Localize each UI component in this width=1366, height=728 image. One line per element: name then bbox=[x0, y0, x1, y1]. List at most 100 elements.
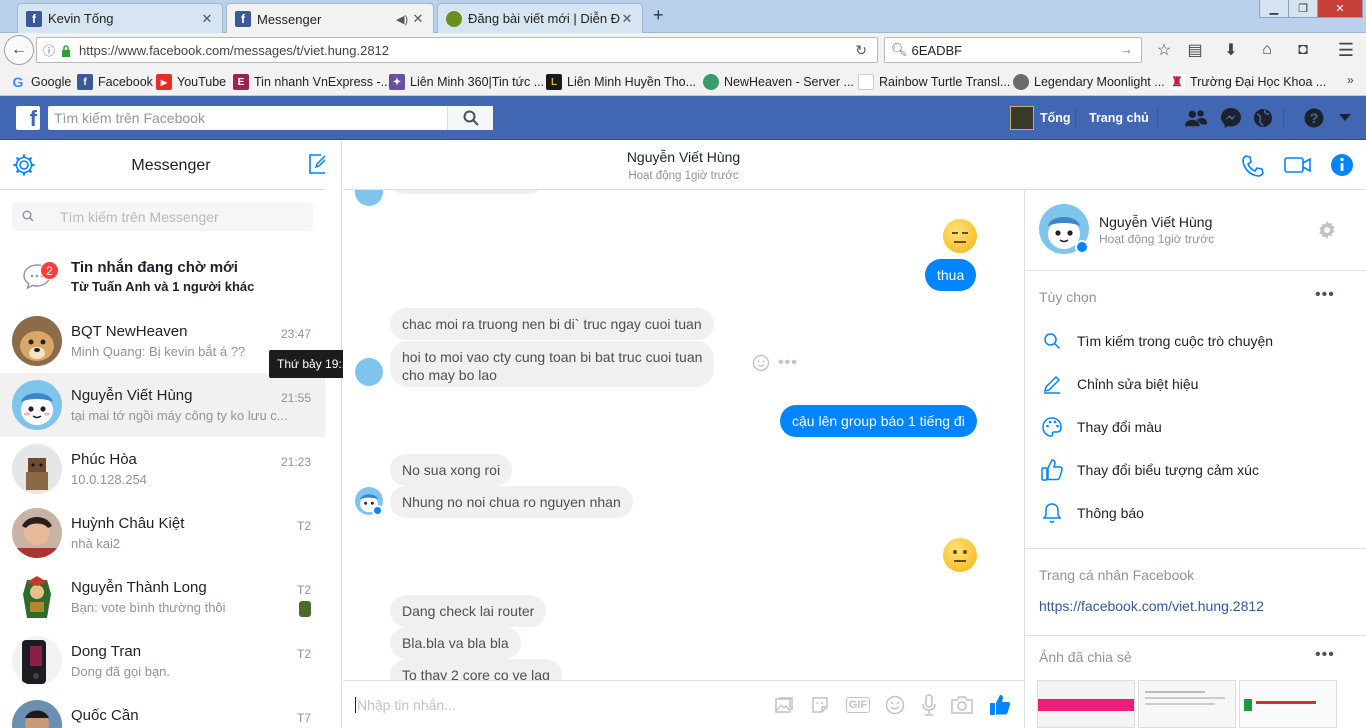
more-options-icon[interactable]: ••• bbox=[1315, 286, 1335, 304]
facebook-icon: f bbox=[235, 11, 251, 27]
bookmark-lmht[interactable]: L Liên Minh Huyền Tho... bbox=[546, 73, 696, 91]
help-icon[interactable]: ? bbox=[1303, 107, 1325, 129]
conversation-item-nguyen-thanh-long[interactable]: Nguyễn Thành Long Bạn: vote bình thường … bbox=[0, 565, 325, 629]
conversation-time: T2 bbox=[296, 583, 311, 597]
menu-icon[interactable]: ☰ bbox=[1335, 39, 1357, 61]
voice-call-icon[interactable] bbox=[1241, 154, 1265, 181]
option-edit-nickname[interactable]: Chỉnh sửa biệt hiệu bbox=[1039, 372, 1198, 396]
chat-partner-name[interactable]: Nguyễn Viết Hùng bbox=[343, 149, 1024, 165]
bookmark-rainbow-turtle[interactable]: Rainbow Turtle Transl... bbox=[858, 73, 1010, 91]
image-icon[interactable] bbox=[773, 694, 795, 716]
profile-link[interactable]: https://facebook.com/viet.hung.2812 bbox=[1039, 598, 1264, 614]
video-call-icon[interactable] bbox=[1284, 155, 1312, 178]
bookmark-facebook[interactable]: f Facebook bbox=[77, 73, 153, 91]
more-options-icon[interactable]: ••• bbox=[778, 354, 798, 372]
sidebar-scrollbar[interactable] bbox=[325, 140, 341, 728]
tab-dien-dan[interactable]: Đăng bài viết mới | Diễn Đàn ✕ bbox=[437, 3, 643, 33]
reload-icon[interactable]: ↻ bbox=[855, 42, 867, 59]
pocket-icon[interactable]: ◘ bbox=[1292, 39, 1314, 61]
gif-label: GIF bbox=[845, 697, 871, 713]
search-icon[interactable] bbox=[447, 106, 493, 130]
gear-icon[interactable] bbox=[1318, 221, 1336, 242]
message-bubble: No sua xong roi bbox=[390, 454, 513, 486]
speaker-icon[interactable]: ◀) bbox=[393, 13, 411, 26]
messenger-search-input[interactable]: Tìm kiếm trên Messenger bbox=[12, 202, 313, 231]
info-icon[interactable] bbox=[1330, 153, 1354, 180]
friend-requests-icon[interactable] bbox=[1185, 107, 1207, 129]
conversation-item-quoc-can[interactable]: Quốc Cần T7 bbox=[0, 693, 325, 728]
facebook-logo-icon[interactable]: f bbox=[16, 106, 40, 130]
home-link[interactable]: Trang chủ bbox=[1089, 111, 1149, 125]
option-notifications[interactable]: Thông báo bbox=[1039, 501, 1144, 525]
download-icon[interactable]: ⬇ bbox=[1220, 39, 1242, 61]
close-icon[interactable]: ✕ bbox=[200, 11, 214, 27]
lol-icon: L bbox=[546, 74, 562, 90]
conversation-item-nguyen-viet-hung[interactable]: Nguyễn Viết Hùng tại mai tớ ngồi máy côn… bbox=[0, 373, 325, 437]
facebook-search-input[interactable]: Tìm kiếm trên Facebook bbox=[48, 106, 493, 130]
facebook-icon: f bbox=[77, 74, 93, 90]
bookmarks-overflow-icon[interactable]: » bbox=[1347, 73, 1354, 87]
profile-avatar[interactable] bbox=[1010, 106, 1034, 130]
conversation-item-huynh-chau-kiet[interactable]: Huỳnh Châu Kiệt nhà kai2 T2 bbox=[0, 501, 325, 565]
thumbs-up-icon[interactable] bbox=[988, 694, 1012, 716]
caret-down-icon[interactable] bbox=[1334, 107, 1356, 129]
option-change-emoji[interactable]: Thay đổi biểu tượng cảm xúc bbox=[1039, 458, 1259, 482]
shared-photo[interactable] bbox=[1037, 680, 1135, 728]
bookmark-university[interactable]: ♜ Trường Đại Học Khoa ... bbox=[1169, 73, 1326, 91]
close-icon[interactable]: ✕ bbox=[620, 11, 634, 27]
conversation-time: T7 bbox=[296, 711, 311, 725]
option-search-in-conversation[interactable]: Tìm kiếm trong cuộc trò chuyện bbox=[1039, 329, 1273, 353]
divider bbox=[1157, 108, 1158, 128]
tab-messenger[interactable]: f Messenger ◀) ✕ bbox=[226, 3, 434, 34]
palette-icon bbox=[1039, 415, 1065, 439]
window-close-button[interactable]: ✕ bbox=[1317, 0, 1363, 18]
camera-icon[interactable] bbox=[949, 694, 975, 716]
conversation-time: T2 bbox=[296, 647, 311, 661]
conversation-item-phuc-hoa[interactable]: Phúc Hòa 10.0.128.254 21:23 bbox=[0, 437, 325, 501]
close-icon[interactable]: ✕ bbox=[411, 11, 425, 27]
bookmark-star-icon[interactable]: ☆ bbox=[1153, 39, 1175, 61]
search-bar[interactable]: 🔍︎ 6EADBF → bbox=[884, 37, 1142, 63]
sticker-icon[interactable] bbox=[809, 694, 831, 716]
profile-name-link[interactable]: Tống bbox=[1040, 111, 1071, 125]
reading-list-icon[interactable]: ▤ bbox=[1184, 39, 1206, 61]
message-bubble: cậu lên group báo 1 tiếng đi bbox=[780, 405, 977, 437]
globe-icon[interactable] bbox=[1252, 107, 1274, 129]
conversation-item-dong-tran[interactable]: Dong Tran Dong đã gọi bạn. T2 bbox=[0, 629, 325, 693]
home-icon[interactable]: ⌂ bbox=[1256, 39, 1278, 61]
new-tab-button[interactable]: + bbox=[653, 5, 664, 26]
react-smiley-icon[interactable] bbox=[752, 354, 770, 375]
arrow-right-icon[interactable]: → bbox=[1120, 42, 1133, 57]
message-input[interactable]: Nhập tin nhắn... bbox=[355, 697, 456, 713]
option-change-color[interactable]: Thay đổi màu bbox=[1039, 415, 1162, 439]
microphone-icon[interactable] bbox=[918, 694, 940, 716]
tab-kevin-tong[interactable]: f Kevin Tống ✕ bbox=[17, 3, 223, 33]
avatar bbox=[12, 316, 62, 366]
url-bar[interactable]: ⓘ https://www.facebook.com/messages/t/vi… bbox=[36, 37, 878, 63]
chat-partner-status: Hoạt động 1giờ trước bbox=[628, 170, 739, 182]
pending-messages-row[interactable]: 2 Tin nhắn đang chờ mới Từ Tuấn Anh và 1… bbox=[0, 248, 325, 302]
emoji-icon[interactable] bbox=[884, 694, 906, 716]
bookmark-newheaven[interactable]: NewHeaven - Server ... bbox=[703, 73, 854, 91]
bookmark-youtube[interactable]: ▶ YouTube bbox=[156, 73, 226, 91]
facebook-top-bar: f Tìm kiếm trên Facebook Tống Trang chủ … bbox=[0, 96, 1366, 140]
tab-title: Kevin Tống bbox=[48, 11, 114, 26]
more-options-icon[interactable]: ••• bbox=[1315, 646, 1335, 664]
shared-photo[interactable] bbox=[1239, 680, 1337, 728]
minimize-button[interactable]: ▁ bbox=[1259, 0, 1289, 18]
gif-icon[interactable]: GIF bbox=[845, 694, 871, 716]
message-line: cho may bo lao bbox=[402, 367, 497, 383]
blank-icon bbox=[858, 74, 874, 90]
bookmark-lienminh360[interactable]: ✦ Liên Minh 360|Tin tức ... bbox=[389, 73, 544, 91]
bookmark-google[interactable]: G Google bbox=[10, 73, 72, 91]
info-icon[interactable]: ⓘ bbox=[43, 42, 55, 59]
maximize-button[interactable]: ❐ bbox=[1288, 0, 1318, 18]
bookmark-moonlight[interactable]: Legendary Moonlight ... bbox=[1013, 73, 1165, 91]
messenger-icon[interactable] bbox=[1220, 107, 1242, 129]
back-button[interactable]: ← bbox=[4, 35, 34, 65]
shared-photo[interactable] bbox=[1138, 680, 1236, 728]
message-bubble: hoi to moi vao cty cung toan bi bat truc… bbox=[390, 341, 715, 387]
message-bubble: To thay 2 core co ve lag bbox=[390, 659, 562, 680]
info-name[interactable]: Nguyễn Viết Hùng bbox=[1099, 214, 1212, 230]
bookmark-vnexpress[interactable]: E Tin nhanh VnExpress -... bbox=[233, 73, 391, 91]
